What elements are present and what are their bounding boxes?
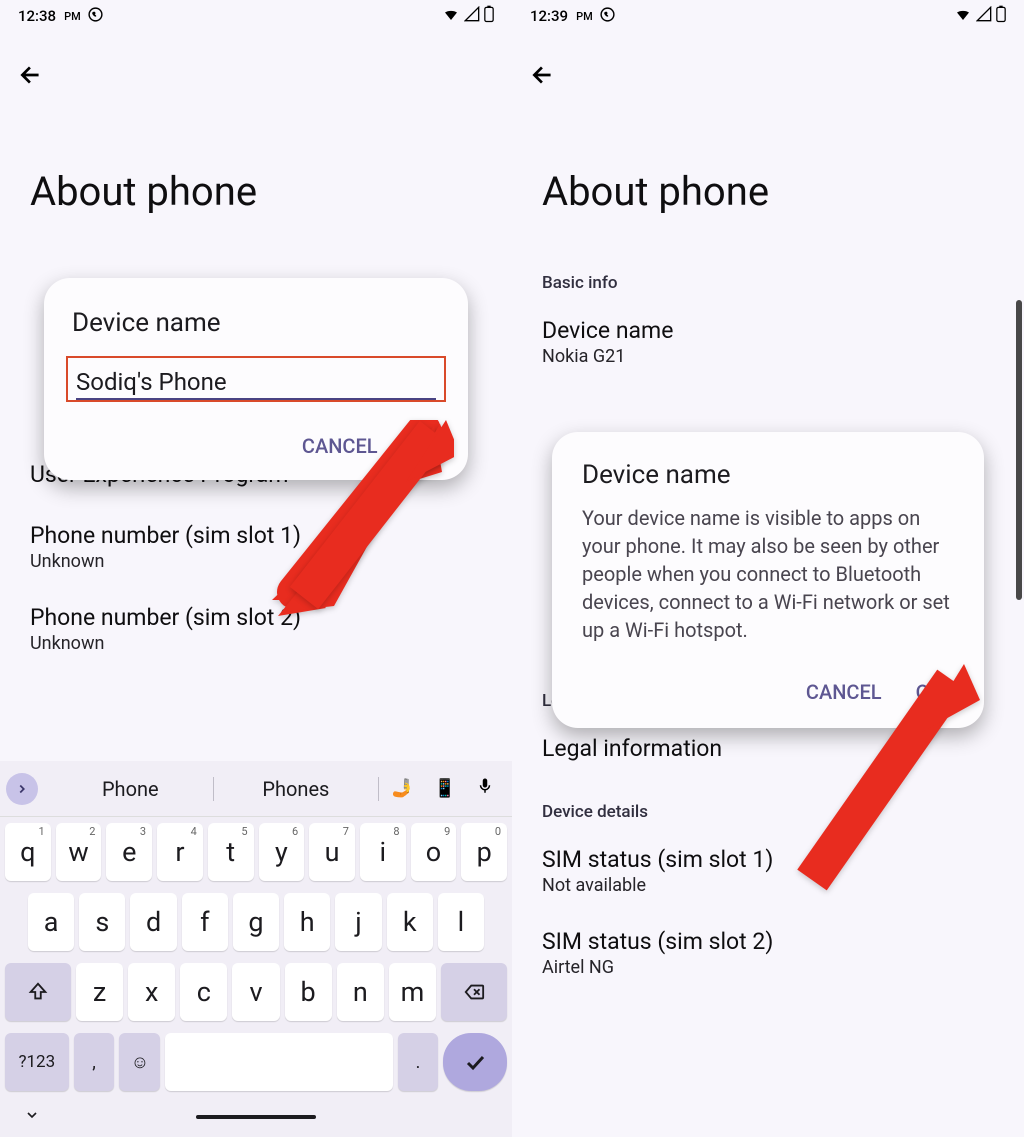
dialog-title: Device name	[582, 460, 954, 490]
screenshot-left: 12:38 PM About phone User Experience Pro…	[0, 0, 512, 1137]
whatsapp-icon	[87, 6, 104, 27]
key-r[interactable]: r4	[157, 823, 203, 881]
key-s[interactable]: s	[79, 893, 125, 951]
clock: 12:38	[18, 7, 56, 25]
keyboard-row-3: zxcvbnm	[0, 957, 512, 1027]
annotation-arrow	[264, 420, 444, 624]
home-indicator[interactable]	[196, 1115, 316, 1119]
enter-key[interactable]	[443, 1033, 507, 1091]
battery-icon	[996, 5, 1006, 27]
key-d[interactable]: d	[130, 893, 176, 951]
dialog-title: Device name	[62, 308, 450, 338]
shift-key[interactable]	[5, 963, 71, 1021]
numbers-key[interactable]: ?123	[5, 1033, 69, 1091]
item-title: Device name	[542, 317, 994, 344]
key-v[interactable]: v	[232, 963, 279, 1021]
key-z[interactable]: z	[76, 963, 123, 1021]
signal-icon	[464, 6, 480, 26]
device-name-input[interactable]	[76, 364, 436, 400]
clock-pm: PM	[576, 10, 593, 23]
battery-icon	[484, 5, 494, 27]
page-title: About phone	[0, 98, 512, 265]
signal-icon	[976, 6, 992, 26]
back-button[interactable]	[0, 32, 512, 98]
key-g[interactable]: g	[233, 893, 279, 951]
space-key[interactable]	[165, 1033, 392, 1091]
key-y[interactable]: y6	[259, 823, 305, 881]
item-subtitle: Airtel NG	[542, 957, 994, 978]
back-button[interactable]	[512, 32, 1024, 98]
status-bar: 12:38 PM	[0, 0, 512, 32]
key-e[interactable]: e3	[106, 823, 152, 881]
page-title: About phone	[512, 98, 1024, 265]
status-bar: 12:39 PM	[512, 0, 1024, 32]
wifi-icon	[954, 5, 972, 27]
key-l[interactable]: l	[438, 893, 484, 951]
key-w[interactable]: w2	[56, 823, 102, 881]
keyboard-row-4: ?123 , ☺ .	[0, 1027, 512, 1097]
clock: 12:39	[530, 7, 568, 25]
screenshot-right: 12:39 PM About phone Basic info Device n…	[512, 0, 1024, 1137]
period-key[interactable]: .	[398, 1033, 439, 1091]
item-title: SIM status (sim slot 2)	[542, 928, 994, 955]
key-u[interactable]: u7	[309, 823, 355, 881]
key-b[interactable]: b	[285, 963, 332, 1021]
emoji-key[interactable]: ☺	[119, 1033, 160, 1091]
key-k[interactable]: k	[387, 893, 433, 951]
emoji-suggest-icon[interactable]: 🤳	[391, 778, 413, 799]
phone-suggest-icon[interactable]: 📱	[434, 778, 456, 799]
suggestion-2[interactable]: Phones	[214, 777, 380, 801]
item-subtitle: Nokia G21	[542, 346, 994, 367]
keyboard: Phone Phones 🤳 📱 q1w2e3r4t5y6u7i8o9p0 as…	[0, 761, 512, 1137]
comma-key[interactable]: ,	[74, 1033, 115, 1091]
clock-pm: PM	[64, 10, 81, 23]
keyboard-row-1: q1w2e3r4t5y6u7i8o9p0	[0, 817, 512, 887]
key-c[interactable]: c	[180, 963, 227, 1021]
key-q[interactable]: q1	[5, 823, 51, 881]
nav-bar	[0, 1097, 512, 1137]
key-n[interactable]: n	[337, 963, 384, 1021]
scrollbar[interactable]	[1016, 300, 1022, 600]
device-name-item[interactable]: Device name Nokia G21	[512, 301, 1024, 383]
key-h[interactable]: h	[284, 893, 330, 951]
annotation-arrow	[762, 660, 982, 924]
key-t[interactable]: t5	[208, 823, 254, 881]
whatsapp-icon	[599, 6, 616, 27]
section-basic-info: Basic info	[512, 265, 1024, 301]
mic-icon[interactable]	[476, 775, 494, 802]
sim2-status-item[interactable]: SIM status (sim slot 2) Airtel NG	[512, 912, 1024, 994]
key-a[interactable]: a	[28, 893, 74, 951]
key-p[interactable]: p0	[461, 823, 507, 881]
keyboard-row-2: asdfghjkl	[0, 887, 512, 957]
key-i[interactable]: i8	[360, 823, 406, 881]
suggestion-1[interactable]: Phone	[48, 777, 214, 801]
key-j[interactable]: j	[335, 893, 381, 951]
dialog-body: Your device name is visible to apps on y…	[582, 504, 954, 644]
input-highlight	[66, 356, 446, 402]
expand-icon[interactable]	[6, 773, 38, 805]
hide-keyboard-icon[interactable]	[24, 1107, 40, 1127]
key-f[interactable]: f	[182, 893, 228, 951]
key-o[interactable]: o9	[411, 823, 457, 881]
backspace-key[interactable]	[441, 963, 507, 1021]
suggestion-bar: Phone Phones 🤳 📱	[0, 761, 512, 817]
key-x[interactable]: x	[128, 963, 175, 1021]
wifi-icon	[442, 5, 460, 27]
key-m[interactable]: m	[389, 963, 436, 1021]
